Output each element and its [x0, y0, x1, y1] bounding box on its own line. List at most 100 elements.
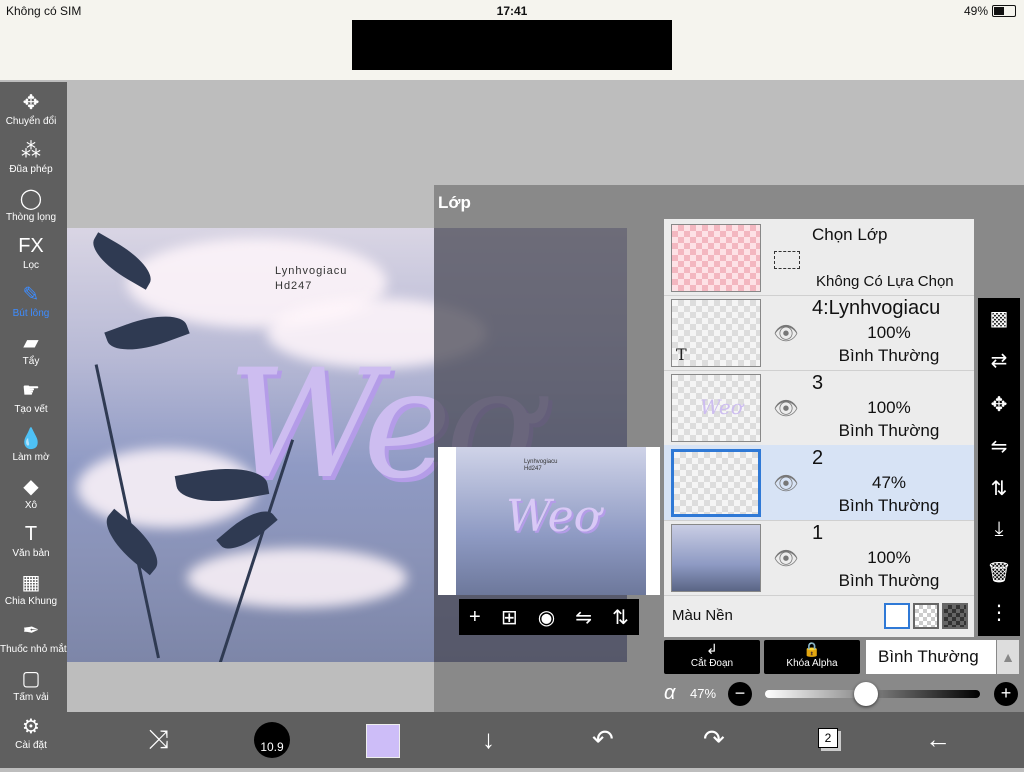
transfer-layer-icon[interactable]: ⇄ [978, 348, 1020, 373]
background-label: Màu Nền [672, 607, 733, 624]
tool-canvas[interactable]: ▢ Tấm vải [0, 664, 62, 710]
art-thumbnail-text: Weơ [700, 395, 743, 419]
merge-down-icon[interactable]: ⤓ [978, 518, 1020, 541]
bg-dark-swatch[interactable] [942, 603, 968, 629]
layer-opacity: 47% [871, 473, 907, 492]
flip-vertical-icon[interactable]: ⇅ [612, 605, 629, 630]
flip-layer-vertical-icon[interactable]: ⇅ [978, 476, 1020, 501]
layer-preview-image: Lynhvogiacu Hd247 Weơ [456, 447, 646, 595]
tool-eyedropper[interactable]: ✒ Thuốc nhỏ mắt [0, 616, 67, 662]
alpha-lock-label: Khóa Alpha [786, 658, 838, 669]
tool-brush[interactable]: ✎ Bút lông [0, 280, 62, 326]
ad-banner[interactable] [352, 20, 672, 70]
canvas-watermark: Lynhvogiacu Hd247 [275, 264, 347, 294]
preview-art-text: Weơ [506, 491, 601, 542]
lock-icon: 🔒 [803, 641, 821, 657]
tool-gear[interactable]: ⚙ Cài đặt [0, 712, 62, 758]
brush-eraser-swap-icon[interactable]: ⤨ [148, 724, 169, 756]
bg-white-swatch[interactable] [884, 603, 910, 629]
blend-mode-select[interactable]: Bình Thường [866, 640, 996, 674]
back-arrow-icon[interactable]: ← [925, 724, 951, 755]
alpha-slider-knob[interactable] [854, 682, 879, 706]
down-arrow-icon[interactable]: ↓ [482, 724, 495, 755]
brush-icon: ✎ [22, 283, 40, 306]
camera-icon[interactable]: ◉ [538, 605, 555, 630]
checkerboard-icon[interactable]: ▩ [978, 306, 1020, 331]
layer-action-bar: + ⊞ ◉ ⇋ ⇅ [459, 599, 639, 635]
duplicate-layer-icon[interactable]: ⊞ [501, 605, 518, 630]
layer-opacity: 100% [867, 398, 911, 417]
redo-icon[interactable]: ↷ [703, 724, 725, 755]
bucket-icon: ◆ [23, 475, 39, 498]
trash-icon[interactable]: 🗑 [978, 560, 1020, 585]
tool-label: Cài đặt [15, 740, 47, 751]
clip-arrow-icon: ↲ [706, 641, 718, 657]
tool-frame-divider[interactable]: ▦ Chia Khung [0, 568, 62, 614]
status-time: 17:41 [496, 4, 528, 18]
watermark-line-1: Lynhvogiacu [275, 265, 348, 277]
layer-row[interactable]: T 👁 4:Lynhvogiacu 100% Bình Thường [664, 295, 974, 371]
tool-eraser[interactable]: ▰ Tẩy [0, 328, 62, 374]
tool-label: Làm mờ [12, 452, 50, 463]
blur-drop-icon: 💧 [18, 427, 44, 450]
tool-label: Chia Khung [4, 596, 58, 607]
move-icon: ✥ [22, 91, 40, 114]
clip-label: Cắt Đoạn [690, 658, 734, 669]
layer-row[interactable]: 👁 2 47% Bình Thường [664, 445, 974, 521]
frame-divider-icon: ▦ [21, 571, 41, 594]
layer-panel-title: Lớp [438, 193, 471, 212]
eraser-icon: ▰ [23, 331, 39, 354]
clip-button[interactable]: ↲ Cắt Đoạn [664, 640, 760, 674]
visibility-eye-icon[interactable]: 👁 [772, 396, 800, 420]
canvas-icon: ▢ [21, 667, 41, 690]
layer-row[interactable]: 👁 1 100% Bình Thường [664, 520, 974, 596]
brush-size-indicator[interactable]: 10.9 [254, 722, 290, 758]
tool-blur-drop[interactable]: 💧 Làm mờ [0, 424, 62, 470]
tool-move[interactable]: ✥ Chuyển đổi [0, 88, 62, 134]
tool-label: Văn bản [12, 548, 50, 559]
alpha-value: 47% [690, 686, 717, 701]
flip-layer-horizontal-icon[interactable]: ⇋ [978, 434, 1020, 459]
preview-watermark: Lynhvogiacu Hd247 [524, 459, 558, 472]
tool-label: Thuốc nhỏ mắt [0, 644, 67, 655]
selection-thumbnail [671, 224, 761, 292]
blend-mode-arrow-icon[interactable]: ▲ [997, 640, 1019, 674]
text-icon: T [24, 522, 38, 545]
layer-row[interactable]: Weơ 👁 3 100% Bình Thường [664, 370, 974, 446]
add-layer-icon[interactable]: + [469, 606, 481, 629]
layer-thumbnail: T [671, 299, 761, 367]
alpha-symbol: α [664, 682, 676, 704]
tool-label: Đũa phép [9, 164, 53, 175]
current-color-swatch[interactable] [366, 724, 400, 758]
layer-thumbnail [671, 449, 761, 517]
layer-count-button[interactable]: 2 [818, 728, 838, 748]
tool-magic-wand[interactable]: ⁂ Đũa phép [0, 136, 62, 182]
move-layer-icon[interactable]: ✥ [978, 392, 1020, 417]
layer-name: 2 [812, 447, 824, 469]
undo-icon[interactable]: ↶ [592, 724, 614, 755]
flip-horizontal-icon[interactable]: ⇋ [575, 605, 592, 630]
select-layer-title: Chọn Lớp [812, 225, 888, 244]
tool-filter-fx[interactable]: FX Lọc [0, 232, 62, 278]
tool-label: Xô [24, 500, 38, 511]
visibility-eye-icon[interactable]: 👁 [772, 471, 800, 495]
gear-icon: ⚙ [22, 715, 40, 738]
tool-label: Tẩy [22, 356, 40, 367]
eyedropper-icon: ✒ [22, 619, 40, 642]
alpha-lock-button[interactable]: 🔒 Khóa Alpha [764, 640, 860, 674]
tool-bucket[interactable]: ◆ Xô [0, 472, 62, 518]
tool-smudge[interactable]: ☛ Tạo vết [0, 376, 62, 422]
visibility-eye-icon[interactable]: 👁 [772, 321, 800, 345]
tool-lasso[interactable]: ◯ Thòng lọng [0, 184, 62, 230]
bottom-toolbar [67, 712, 1024, 768]
panel-dim-overlay [434, 228, 627, 662]
tool-label: Thòng lọng [5, 212, 57, 223]
alpha-decrease-button[interactable]: − [728, 682, 752, 706]
more-options-icon[interactable]: ⋮ [978, 600, 1020, 625]
alpha-increase-button[interactable]: + [994, 682, 1018, 706]
bg-transparent-swatch[interactable] [913, 603, 939, 629]
tool-text[interactable]: T Văn bản [0, 520, 62, 566]
visibility-eye-icon[interactable]: 👁 [772, 546, 800, 570]
select-layer-row[interactable]: Chọn Lớp Không Có Lựa Chọn [664, 219, 974, 296]
layer-opacity: 100% [867, 548, 911, 567]
